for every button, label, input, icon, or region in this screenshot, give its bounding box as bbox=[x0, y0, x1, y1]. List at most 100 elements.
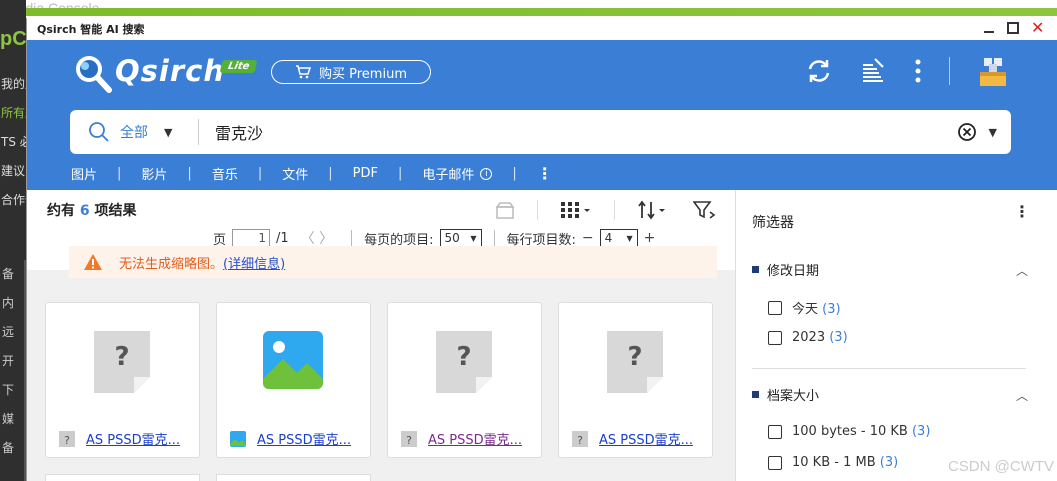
filter-option[interactable]: 100 bytes - 10 KB (3) bbox=[768, 424, 930, 439]
unknown-file-icon: ? bbox=[607, 331, 663, 393]
page-label: 页 bbox=[213, 232, 227, 248]
background-menu-item[interactable]: TS 必 bbox=[0, 128, 26, 157]
background-menu-item[interactable]: 所有应 bbox=[0, 99, 26, 128]
window-titlebar[interactable]: Qsirch 智能 AI 搜索 ✕ bbox=[27, 18, 1057, 40]
background-app-sidebar: pC 我的应 所有应 TS 必 建议 合作伙 备 内 远 开 下 媒 备 bbox=[0, 0, 27, 481]
page-nav-arrows[interactable]: 〈 〉 bbox=[301, 228, 333, 248]
filter-section-file-size[interactable]: 档案大小 bbox=[752, 385, 819, 404]
result-file-name[interactable]: ? AS PSSD雷克... bbox=[58, 429, 180, 448]
apps-box-icon[interactable] bbox=[976, 54, 1010, 88]
maximize-icon[interactable] bbox=[1007, 22, 1019, 34]
buy-premium-button[interactable]: 购买 Premium bbox=[271, 60, 431, 84]
page-total: /1 bbox=[276, 230, 289, 246]
app-header: Qsirch Lite 购买 Premium 全部 ▼ 雷克沙 ▼ 图片 | 影… bbox=[27, 40, 1057, 193]
background-icon-item[interactable]: 备 bbox=[0, 434, 26, 463]
result-card[interactable] bbox=[45, 474, 200, 481]
pagination: 页 1 /1 〈 〉 每页的项目: 50 ▼ 每行项目数: − 4 ▼ + bbox=[213, 228, 655, 248]
tab-music[interactable]: 音乐 bbox=[212, 164, 238, 183]
result-card[interactable]: ? ? AS PSSD雷克... bbox=[387, 302, 542, 458]
background-icon-item[interactable]: 远 bbox=[0, 318, 26, 347]
unknown-file-small-icon: ? bbox=[59, 430, 75, 447]
chevron-down-icon: ▼ bbox=[626, 233, 633, 243]
filter-option[interactable]: 10 KB - 1 MB (3) bbox=[768, 455, 898, 470]
tab-documents[interactable]: 文件 bbox=[282, 164, 308, 183]
sort-icon[interactable] bbox=[637, 200, 671, 220]
buy-premium-label: 购买 Premium bbox=[319, 66, 407, 82]
info-icon[interactable]: i bbox=[480, 167, 493, 180]
search-bar: 全部 ▼ 雷克沙 ▼ bbox=[70, 110, 1011, 154]
result-card[interactable]: AS PSSD雷克... bbox=[216, 302, 371, 458]
increase-per-row-button[interactable]: + bbox=[644, 230, 656, 246]
tab-pdf[interactable]: PDF bbox=[353, 166, 378, 181]
background-icon-item[interactable]: 内 bbox=[0, 289, 26, 318]
page-input[interactable]: 1 bbox=[232, 229, 271, 247]
search-icon bbox=[89, 122, 109, 142]
checkbox[interactable] bbox=[768, 330, 782, 345]
thumbnail-warning-banner: 无法生成缩略图。(详细信息) bbox=[69, 246, 717, 278]
search-options-chevron-icon[interactable]: ▼ bbox=[989, 126, 997, 139]
grid-view-icon[interactable] bbox=[560, 201, 592, 219]
brand-name: Qsirch bbox=[115, 54, 225, 88]
svg-text:?: ? bbox=[456, 342, 471, 372]
refresh-icon[interactable] bbox=[805, 57, 833, 85]
background-menu-item[interactable]: 我的应 bbox=[0, 70, 26, 99]
category-tabs: 图片 | 影片 | 音乐 | 文件 | PDF | 电子邮件 i | ⋮ bbox=[71, 163, 553, 183]
warning-details-link[interactable]: (详细信息) bbox=[223, 257, 285, 272]
unknown-file-icon: ? bbox=[436, 331, 492, 393]
result-card[interactable]: ? ? AS PSSD雷克... bbox=[558, 302, 713, 458]
svg-text:?: ? bbox=[627, 342, 642, 372]
result-count: 约有 6 项结果 bbox=[47, 203, 137, 219]
result-card[interactable]: ? ? AS PSSD雷克... bbox=[45, 302, 200, 458]
clear-search-icon[interactable] bbox=[957, 122, 977, 142]
tab-images[interactable]: 图片 bbox=[71, 164, 97, 183]
filter-divider bbox=[752, 368, 1026, 369]
background-app-icons: 备 内 远 开 下 媒 备 bbox=[0, 260, 26, 463]
result-card[interactable] bbox=[216, 474, 371, 481]
unknown-file-icon: ? bbox=[94, 331, 150, 393]
result-file-name[interactable]: ? AS PSSD雷克... bbox=[400, 429, 522, 448]
background-menu-item[interactable]: 建议 bbox=[0, 157, 26, 186]
per-row-select[interactable]: 4 ▼ bbox=[599, 229, 638, 247]
tab-videos[interactable]: 影片 bbox=[141, 164, 167, 183]
more-vertical-icon[interactable] bbox=[913, 57, 923, 85]
background-app-menu: 我的应 所有应 TS 必 建议 合作伙 bbox=[0, 70, 26, 215]
cart-icon bbox=[296, 65, 311, 79]
close-icon[interactable]: ✕ bbox=[1031, 20, 1044, 36]
tab-email[interactable]: 电子邮件 bbox=[422, 164, 474, 183]
result-file-name[interactable]: ? AS PSSD雷克... bbox=[571, 429, 693, 448]
decrease-per-row-button[interactable]: − bbox=[582, 230, 594, 246]
image-file-small-icon bbox=[230, 430, 246, 447]
per-page-label: 每页的项目: bbox=[364, 232, 434, 248]
qsirch-logo-icon bbox=[76, 56, 112, 93]
svg-text:?: ? bbox=[64, 434, 70, 447]
filter-more-icon[interactable]: ⋮ bbox=[1014, 204, 1030, 220]
filter-icon[interactable] bbox=[693, 200, 717, 220]
result-file-name[interactable]: AS PSSD雷克... bbox=[229, 429, 351, 448]
more-categories-icon[interactable]: ⋮ bbox=[537, 165, 553, 181]
warning-icon bbox=[84, 254, 102, 270]
filter-option[interactable]: 2023 (3) bbox=[768, 330, 848, 345]
header-toolbar bbox=[805, 54, 1010, 88]
index-status-icon[interactable] bbox=[859, 57, 887, 85]
background-menu-item[interactable]: 合作伙 bbox=[0, 186, 26, 215]
checkbox[interactable] bbox=[768, 300, 782, 315]
filter-section-modified-date[interactable]: 修改日期 bbox=[752, 260, 819, 279]
per-row-label: 每行项目数: bbox=[506, 232, 576, 248]
image-file-icon bbox=[263, 331, 323, 389]
minimize-icon[interactable] bbox=[983, 22, 995, 34]
per-page-select[interactable]: 50 ▼ bbox=[439, 229, 482, 247]
background-icon-item[interactable]: 下 bbox=[0, 376, 26, 405]
archive-box-icon[interactable] bbox=[495, 201, 515, 219]
background-icon-item[interactable]: 开 bbox=[0, 347, 26, 376]
background-icon-item[interactable]: 备 bbox=[0, 260, 26, 289]
search-input[interactable]: 雷克沙 bbox=[215, 120, 957, 144]
background-topbar: media Console bbox=[0, 0, 1057, 18]
search-scope-dropdown[interactable]: 全部 ▼ bbox=[88, 121, 198, 143]
chevron-up-icon[interactable]: ︿ bbox=[1016, 387, 1028, 404]
checkbox[interactable] bbox=[768, 455, 782, 470]
checkbox[interactable] bbox=[768, 424, 782, 439]
filter-option[interactable]: 今天 (3) bbox=[768, 298, 841, 317]
header-separator bbox=[949, 57, 950, 85]
background-icon-item[interactable]: 媒 bbox=[0, 405, 26, 434]
chevron-up-icon[interactable]: ︿ bbox=[1016, 262, 1028, 279]
